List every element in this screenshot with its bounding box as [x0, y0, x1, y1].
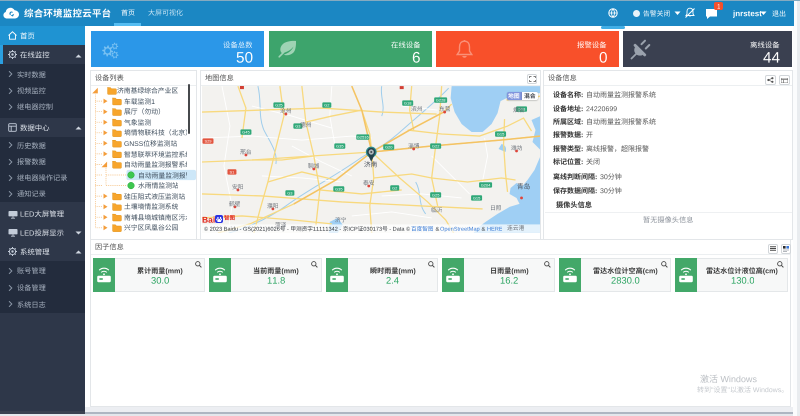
svg-text:G35: G35 — [336, 143, 344, 148]
svg-text:G2: G2 — [324, 102, 330, 107]
svg-text:G35: G35 — [335, 186, 343, 191]
svg-text:G2516: G2516 — [356, 134, 369, 139]
svg-text:G2: G2 — [392, 185, 398, 190]
svg-text:G45: G45 — [242, 129, 250, 134]
svg-text:G25: G25 — [431, 192, 439, 197]
svg-text:S29: S29 — [204, 138, 212, 143]
svg-text:S1: S1 — [229, 169, 235, 174]
svg-text:G15: G15 — [472, 195, 480, 200]
svg-text:G15: G15 — [496, 131, 504, 136]
svg-text:G3: G3 — [287, 190, 293, 195]
svg-text:G20: G20 — [384, 144, 392, 149]
svg-text:G22: G22 — [431, 143, 439, 148]
svg-text:G228: G228 — [435, 97, 446, 102]
svg-text:G204: G204 — [480, 182, 491, 187]
